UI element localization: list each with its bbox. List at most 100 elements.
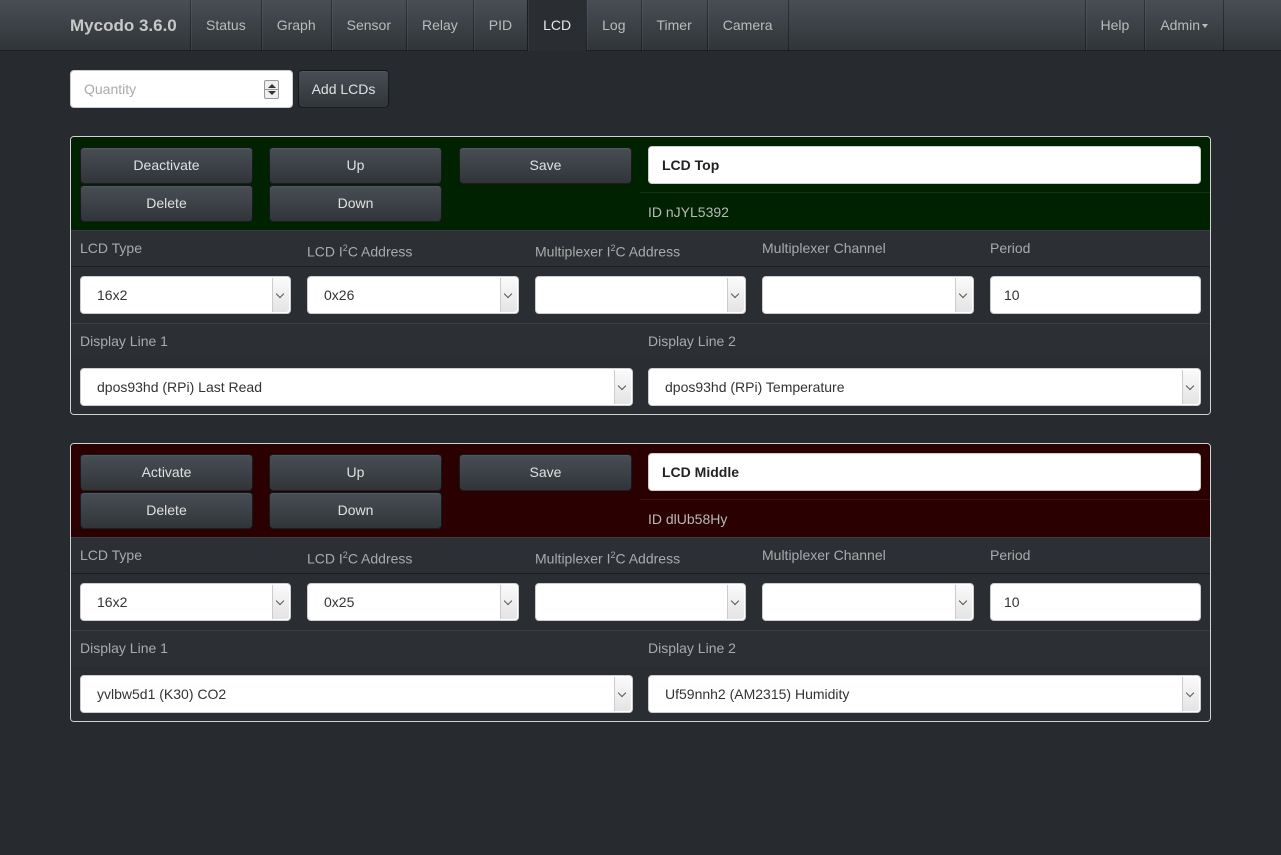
mux-i2c-address-label: Multiplexer I2C Address [535, 231, 680, 270]
period-input[interactable]: 10 [990, 276, 1201, 314]
display-line-2-label: Display Line 2 [648, 640, 736, 656]
add-lcds-button[interactable]: Add LCDs [298, 70, 389, 108]
down-button[interactable]: Down [269, 492, 442, 529]
chevron-down-icon [500, 278, 517, 312]
display-fields-row: yvlbw5d1 (K30) CO2 Uf59nnh2 (AM2315) Hum… [71, 666, 1210, 721]
lcd-type-label: LCD Type [80, 240, 142, 256]
chevron-down-icon [614, 677, 631, 711]
caret-down-icon [1202, 24, 1208, 29]
lcd-panel-middle: Activate Delete Up Down Save LCD Middle … [70, 443, 1211, 722]
delete-button[interactable]: Delete [80, 492, 253, 529]
chevron-down-icon [500, 585, 517, 619]
lcd-name-input[interactable]: LCD Top [648, 146, 1201, 184]
chevron-down-icon [955, 278, 972, 312]
mux-i2c-prefix: Multiplexer I [535, 243, 611, 260]
brand-link[interactable]: Mycodo 3.6.0 [55, 0, 192, 51]
display-line-2-select[interactable]: Uf59nnh2 (AM2315) Humidity [648, 675, 1201, 713]
nav-graph[interactable]: Graph [260, 0, 331, 51]
mux-channel-label: Multiplexer Channel [762, 240, 886, 256]
spinner-divider [265, 89, 278, 90]
lcd-i2c-prefix: LCD I [307, 550, 343, 567]
display-labels-row: Display Line 1 Display Line 2 [71, 630, 1210, 667]
nav-right: Help Admin [1084, 0, 1224, 51]
lcd-i2c-address-label: LCD I2C Address [307, 538, 412, 577]
display-line-1-select[interactable]: dpos93hd (RPi) Last Read [80, 368, 633, 406]
lcd-i2c-address-select[interactable]: 0x26 [307, 276, 519, 314]
lcd-type-value: 16x2 [97, 594, 128, 610]
mux-i2c-address-select[interactable] [535, 276, 746, 314]
display-line-2-select[interactable]: dpos93hd (RPi) Temperature [648, 368, 1201, 406]
navbar: Mycodo 3.6.0 Status Graph Sensor Relay P… [0, 0, 1281, 51]
period-input[interactable]: 10 [990, 583, 1201, 621]
display-line-1-select[interactable]: yvlbw5d1 (K30) CO2 [80, 675, 633, 713]
quantity-input[interactable] [71, 71, 277, 107]
display-line-1-value: dpos93hd (RPi) Last Read [97, 379, 262, 395]
lcd-panel-top: Deactivate Delete Up Down Save LCD Top I… [70, 136, 1211, 415]
period-label: Period [990, 240, 1031, 256]
nav-main: Status Graph Sensor Relay PID LCD Log Ti… [190, 0, 789, 51]
mux-i2c-address-label: Multiplexer I2C Address [535, 538, 680, 577]
display-fields-row: dpos93hd (RPi) Last Read dpos93hd (RPi) … [71, 359, 1210, 414]
lcd-type-select[interactable]: 16x2 [80, 583, 291, 621]
nav-help[interactable]: Help [1084, 0, 1145, 51]
lcd-id-text: ID dlUb58Hy [640, 499, 1210, 537]
spinner-down-icon[interactable] [268, 91, 276, 95]
nav-status[interactable]: Status [190, 0, 261, 51]
mux-channel-select[interactable] [762, 276, 974, 314]
spinner-up-icon[interactable] [268, 84, 276, 88]
up-button[interactable]: Up [269, 454, 442, 491]
chevron-down-icon [1182, 677, 1199, 711]
nav-sensor[interactable]: Sensor [330, 0, 406, 51]
activate-button[interactable]: Activate [80, 454, 253, 491]
up-button[interactable]: Up [269, 147, 442, 184]
chevron-down-icon [272, 585, 289, 619]
lcd-i2c-address-select[interactable]: 0x25 [307, 583, 519, 621]
lcd-type-label: LCD Type [80, 547, 142, 563]
display-line-1-label: Display Line 1 [80, 640, 168, 656]
chevron-down-icon [727, 585, 744, 619]
i2c-address-value: 0x25 [324, 594, 355, 610]
save-button[interactable]: Save [459, 454, 632, 491]
settings-labels-row: LCD Type LCD I2C Address Multiplexer I2C… [71, 537, 1210, 574]
nav-lcd[interactable]: LCD [527, 0, 587, 51]
nav-admin-label: Admin [1160, 17, 1200, 33]
deactivate-button[interactable]: Deactivate [80, 147, 253, 184]
lcd-name-input[interactable]: LCD Middle [648, 453, 1201, 491]
mux-channel-label: Multiplexer Channel [762, 547, 886, 563]
lcd-panel-header: Activate Delete Up Down Save LCD Middle … [71, 444, 1210, 537]
mux-channel-select[interactable] [762, 583, 974, 621]
chevron-down-icon [272, 278, 289, 312]
save-button[interactable]: Save [459, 147, 632, 184]
c-address-suffix: C Address [615, 550, 681, 567]
display-line-2-label: Display Line 2 [648, 333, 736, 349]
i2c-address-value: 0x26 [324, 287, 355, 303]
chevron-down-icon [1182, 370, 1199, 404]
mux-i2c-address-select[interactable] [535, 583, 746, 621]
display-labels-row: Display Line 1 Display Line 2 [71, 323, 1210, 360]
down-button[interactable]: Down [269, 185, 442, 222]
quantity-spinner[interactable] [264, 80, 279, 99]
nav-pid[interactable]: PID [472, 0, 527, 51]
lcd-i2c-address-label: LCD I2C Address [307, 231, 412, 270]
display-line-2-value: Uf59nnh2 (AM2315) Humidity [665, 686, 850, 702]
lcd-type-select[interactable]: 16x2 [80, 276, 291, 314]
c-address-suffix: C Address [347, 550, 413, 567]
delete-button[interactable]: Delete [80, 185, 253, 222]
nav-relay[interactable]: Relay [405, 0, 473, 51]
nav-timer[interactable]: Timer [640, 0, 707, 51]
lcd-id-text: ID nJYL5392 [640, 192, 1210, 230]
chevron-down-icon [955, 585, 972, 619]
nav-camera[interactable]: Camera [706, 0, 789, 51]
c-address-suffix: C Address [347, 243, 413, 260]
settings-fields-row: 16x2 0x25 10 [71, 574, 1210, 630]
chevron-down-icon [727, 278, 744, 312]
nav-admin-dropdown[interactable]: Admin [1144, 0, 1224, 51]
display-line-1-value: yvlbw5d1 (K30) CO2 [97, 686, 227, 702]
mux-i2c-prefix: Multiplexer I [535, 550, 611, 567]
lcd-panel-header: Deactivate Delete Up Down Save LCD Top I… [71, 137, 1210, 230]
display-line-1-label: Display Line 1 [80, 333, 168, 349]
settings-labels-row: LCD Type LCD I2C Address Multiplexer I2C… [71, 230, 1210, 267]
nav-log[interactable]: Log [586, 0, 640, 51]
lcd-i2c-prefix: LCD I [307, 243, 343, 260]
quantity-field [70, 70, 293, 108]
